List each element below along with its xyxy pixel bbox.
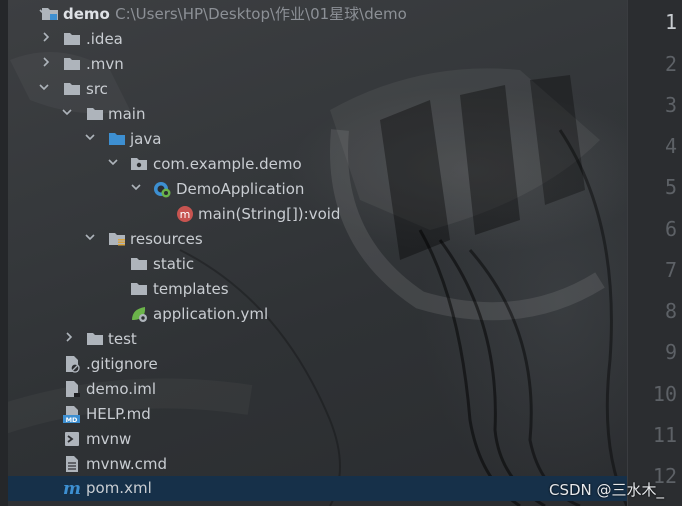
main-label: main <box>108 105 146 123</box>
tree-row-demo-iml[interactable]: demo.iml <box>8 377 627 402</box>
chevron-down-icon[interactable] <box>61 105 73 119</box>
line-number: 8 <box>664 299 677 323</box>
md-badge-text: MD <box>66 416 78 423</box>
tree-row-test[interactable]: test <box>8 327 627 352</box>
mvnw-cmd-label: mvnw.cmd <box>86 455 168 473</box>
tree-row-main[interactable]: main <box>8 102 627 127</box>
root-label: demo C:\Users\HP\Desktop\作业\01星球\demo <box>63 4 407 24</box>
ignore-file-icon <box>66 356 80 373</box>
demo-iml-label: demo.iml <box>86 380 156 398</box>
folder-icon <box>64 58 80 70</box>
mvn-label: .mvn <box>86 55 124 73</box>
module-folder-icon <box>42 8 58 20</box>
tree-row-package[interactable]: com.example.demo <box>8 152 627 177</box>
chevron-down-icon[interactable] <box>130 180 142 194</box>
tree-row-root[interactable]: demo C:\Users\HP\Desktop\作业\01星球\demo <box>8 2 627 27</box>
root-path: C:\Users\HP\Desktop\作业\01星球\demo <box>115 5 407 23</box>
chevron-down-icon[interactable] <box>107 155 119 169</box>
pom-badge-text: m <box>63 479 81 497</box>
test-label: test <box>108 330 137 348</box>
line-number: 4 <box>664 134 677 158</box>
markdown-file-icon: MD <box>63 406 80 423</box>
tree-row-mvnw-cmd[interactable]: mvnw.cmd <box>8 452 627 477</box>
static-label: static <box>153 255 195 273</box>
spring-config-icon <box>132 307 147 322</box>
chevron-right-icon[interactable] <box>63 330 75 344</box>
spring-boot-class-icon <box>154 182 171 198</box>
idea-label: .idea <box>86 30 123 48</box>
source-folder-icon <box>109 133 125 145</box>
tree-row-mvnw[interactable]: mvnw <box>8 427 627 452</box>
line-number: 1 <box>664 10 677 34</box>
chevron-down-icon[interactable] <box>84 130 96 144</box>
tree-row-demo-application[interactable]: DemoApplication <box>8 177 627 202</box>
pom-xml-label: pom.xml <box>86 479 152 497</box>
resources-folder-icon <box>109 233 125 246</box>
maven-file-icon: m <box>63 479 81 497</box>
tree-row-src[interactable]: src <box>8 77 627 102</box>
src-label: src <box>86 80 108 98</box>
shell-script-icon <box>65 432 79 446</box>
line-number: 11 <box>652 423 677 447</box>
folder-icon <box>87 108 103 120</box>
tree-row-resources[interactable]: resources <box>8 227 627 252</box>
line-number: 7 <box>664 258 677 282</box>
main-method-label: main(String[]):void <box>198 205 341 223</box>
line-number: 2 <box>664 52 677 76</box>
tree-row-gitignore[interactable]: .gitignore <box>8 352 627 377</box>
tree-row-static[interactable]: static <box>8 252 627 277</box>
chevron-down-icon[interactable] <box>84 230 96 244</box>
resources-label: resources <box>130 230 203 248</box>
tree-row-java[interactable]: java <box>8 127 627 152</box>
editor-line-gutter: 1 2 3 4 5 6 7 8 9 10 11 12 <box>627 0 682 506</box>
tree-row-pom-xml[interactable]: m pom.xml <box>8 476 627 501</box>
folder-icon <box>64 33 80 45</box>
csdn-watermark: CSDN @三水木_ <box>549 481 665 499</box>
chevron-right-icon[interactable] <box>40 55 52 69</box>
tree-row-templates[interactable]: templates <box>8 277 627 302</box>
tree-row-help-md[interactable]: MD HELP.md <box>8 402 627 427</box>
mvnw-label: mvnw <box>86 430 132 448</box>
package-icon <box>131 158 147 170</box>
method-icon: m <box>177 206 193 222</box>
line-number: 6 <box>664 217 677 241</box>
line-number: 9 <box>664 340 677 364</box>
chevron-right-icon[interactable] <box>40 30 52 44</box>
line-number: 3 <box>664 93 677 117</box>
java-label: java <box>130 130 162 148</box>
method-badge-text: m <box>180 208 191 221</box>
tree-row-application-yml[interactable]: application.yml <box>8 302 627 327</box>
folder-icon <box>131 283 147 295</box>
templates-label: templates <box>153 280 229 298</box>
gitignore-label: .gitignore <box>86 355 158 373</box>
demo-application-label: DemoApplication <box>176 180 305 198</box>
package-label: com.example.demo <box>153 155 302 173</box>
application-yml-label: application.yml <box>153 305 269 323</box>
tool-window-strip <box>0 0 8 506</box>
folder-icon <box>87 333 103 345</box>
chevron-down-icon[interactable] <box>38 80 50 94</box>
tree-row-main-method[interactable]: m main(String[]):void <box>8 202 627 227</box>
project-tool-window: demo C:\Users\HP\Desktop\作业\01星球\demo .i… <box>0 0 627 506</box>
iml-file-icon <box>66 381 80 397</box>
text-file-icon <box>66 456 78 472</box>
tree-row-mvn[interactable]: .mvn <box>8 52 627 77</box>
line-number: 10 <box>652 382 677 406</box>
line-number: 5 <box>664 175 677 199</box>
root-name: demo <box>63 5 110 23</box>
folder-icon <box>131 258 147 270</box>
folder-icon <box>64 83 80 95</box>
help-md-label: HELP.md <box>86 405 151 423</box>
tree-row-idea[interactable]: .idea <box>8 27 627 52</box>
